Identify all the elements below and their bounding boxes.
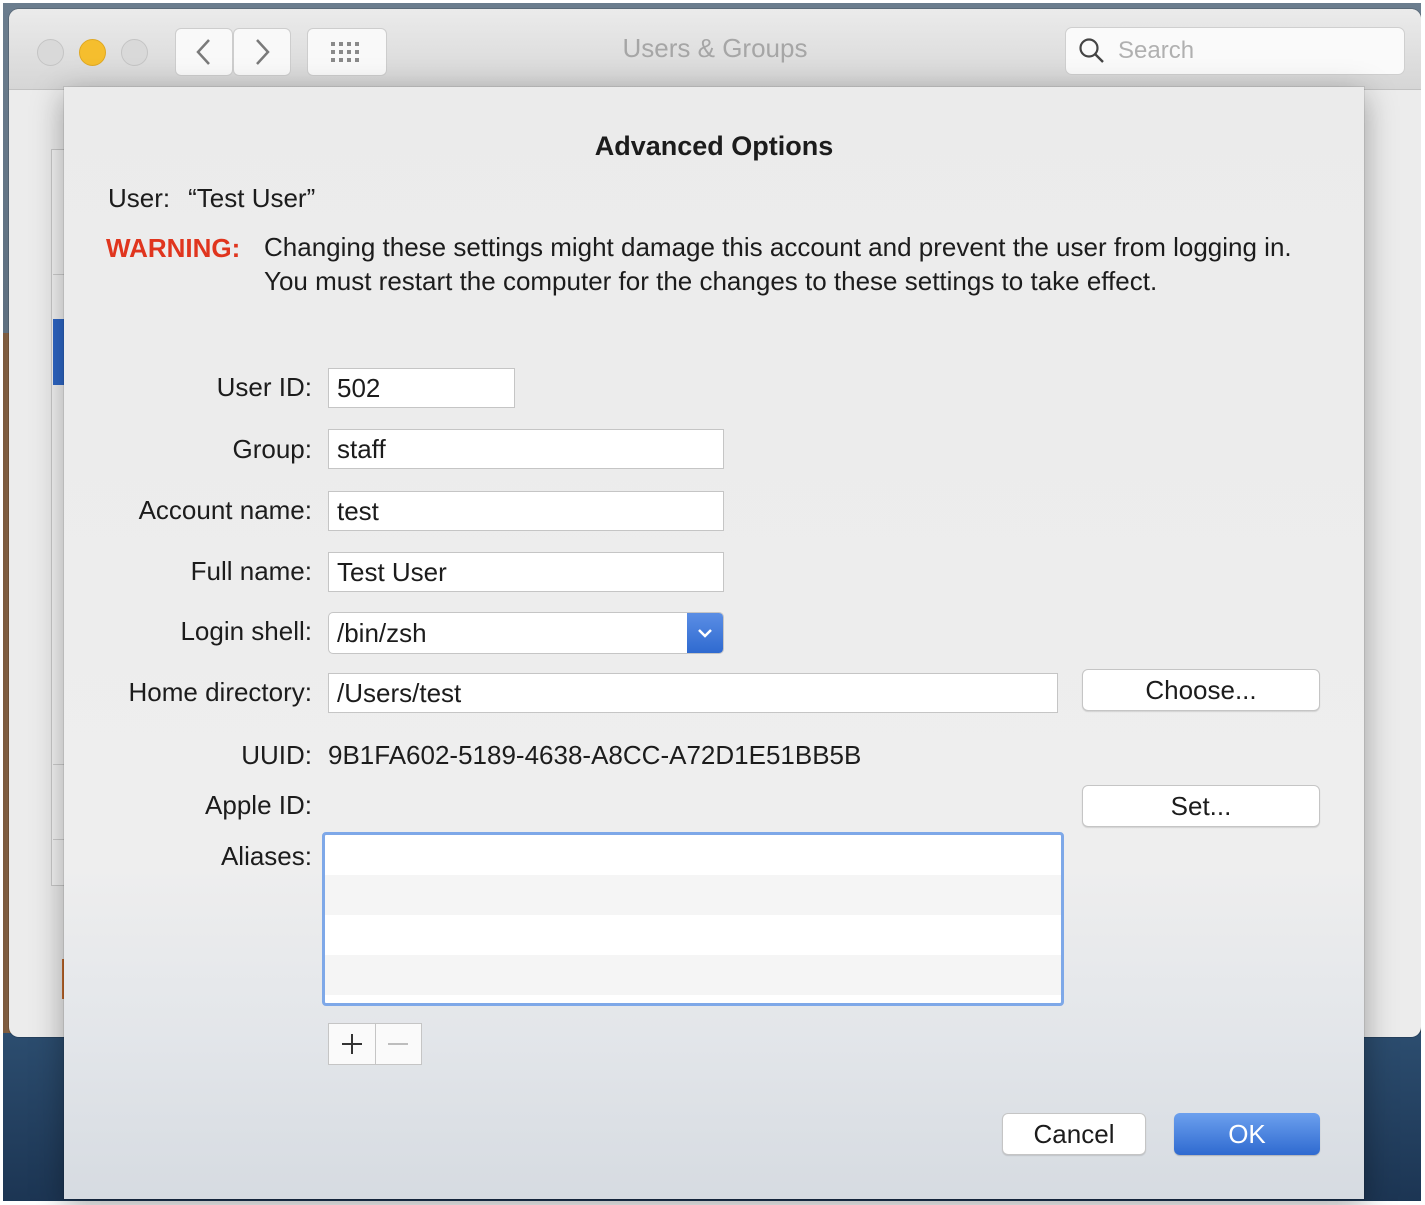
account-name-label: Account name:	[138, 495, 312, 525]
list-row[interactable]	[325, 875, 1061, 915]
ok-button[interactable]: OK	[1174, 1113, 1320, 1155]
uuid-label: UUID:	[241, 740, 312, 770]
group-field[interactable]	[328, 429, 724, 469]
full-name-field[interactable]	[328, 552, 724, 592]
chevron-down-icon[interactable]	[687, 613, 723, 653]
sheet-title: Advanced Options	[594, 131, 834, 161]
list-row[interactable]	[325, 835, 1061, 875]
set-apple-id-button[interactable]: Set...	[1082, 785, 1320, 827]
list-row[interactable]	[325, 955, 1061, 995]
full-name-label: Full name:	[190, 556, 312, 586]
apple-id-label: Apple ID:	[205, 790, 312, 820]
zoom-button[interactable]	[121, 39, 148, 66]
home-directory-label: Home directory:	[128, 677, 313, 707]
group-label: Group:	[232, 434, 313, 464]
back-button[interactable]	[175, 28, 233, 76]
forward-button[interactable]	[233, 28, 291, 76]
add-remove-control	[328, 1023, 422, 1065]
login-shell-popup[interactable]: /bin/zsh	[328, 612, 724, 654]
uuid-value: 9B1FA602-5189-4638-A8CC-A72D1E51BB5B	[328, 740, 862, 770]
user-label: User:	[108, 183, 171, 213]
close-button[interactable]	[37, 39, 64, 66]
minimize-button[interactable]	[79, 39, 106, 66]
plus-icon	[341, 1034, 362, 1054]
login-shell-value: /bin/zsh	[337, 618, 427, 648]
warning-text: Changing these settings might damage thi…	[264, 232, 1292, 296]
user-id-field[interactable]	[328, 368, 515, 408]
home-directory-field[interactable]	[328, 673, 1058, 713]
search-icon	[1078, 37, 1106, 65]
list-row[interactable]	[325, 915, 1061, 955]
warning-label: WARNING:	[106, 233, 241, 263]
user-line: User: “Test User”	[108, 183, 315, 214]
window-titlebar: Users & Groups	[9, 9, 1421, 90]
user-value: “Test User”	[188, 183, 316, 213]
remove-alias-button[interactable]	[376, 1024, 422, 1064]
grid-icon	[331, 42, 359, 62]
aliases-label: Aliases:	[220, 841, 312, 871]
user-id-label: User ID:	[216, 372, 312, 402]
show-all-button[interactable]	[307, 28, 387, 76]
cancel-button[interactable]: Cancel	[1002, 1113, 1146, 1155]
account-name-field[interactable]	[328, 491, 724, 531]
login-shell-label: Login shell:	[180, 616, 312, 646]
choose-button[interactable]: Choose...	[1082, 669, 1320, 711]
add-alias-button[interactable]	[329, 1024, 376, 1064]
search-field[interactable]	[1065, 27, 1405, 75]
chevron-left-icon	[196, 39, 210, 65]
search-input[interactable]	[1116, 36, 1390, 66]
advanced-options-sheet: Advanced Options User: “Test User” WARNIN…	[64, 87, 1364, 1199]
aliases-list[interactable]	[322, 832, 1064, 1006]
minus-icon	[388, 1043, 409, 1045]
window-title: Users & Groups	[622, 33, 808, 63]
chevron-right-icon	[256, 39, 270, 65]
